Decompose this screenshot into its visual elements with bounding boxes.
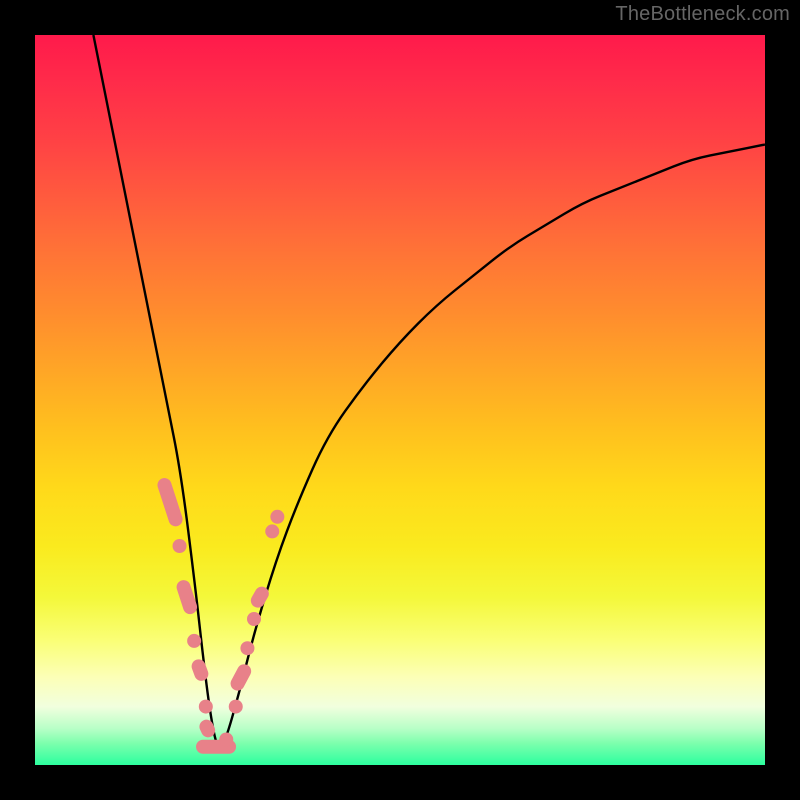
data-marker bbox=[173, 539, 187, 553]
curve-svg bbox=[35, 35, 765, 765]
data-marker bbox=[187, 634, 201, 648]
bottleneck-curve bbox=[93, 35, 765, 747]
data-marker-capsule bbox=[156, 476, 185, 528]
data-marker bbox=[229, 700, 243, 714]
data-marker-capsule bbox=[228, 662, 254, 693]
data-marker-capsule bbox=[175, 578, 199, 616]
chart-container: TheBottleneck.com bbox=[0, 0, 800, 800]
data-marker-capsule bbox=[190, 657, 211, 682]
data-marker bbox=[199, 700, 213, 714]
data-marker bbox=[240, 641, 254, 655]
data-marker bbox=[247, 612, 261, 626]
marker-group bbox=[156, 476, 285, 753]
watermark-text: TheBottleneck.com bbox=[615, 3, 790, 26]
plot-area bbox=[35, 35, 765, 765]
data-marker-capsule bbox=[197, 717, 217, 739]
data-marker bbox=[270, 510, 284, 524]
data-marker-capsule bbox=[248, 584, 271, 610]
data-marker-capsule bbox=[196, 740, 236, 754]
data-marker bbox=[265, 524, 279, 538]
data-marker bbox=[219, 732, 233, 746]
